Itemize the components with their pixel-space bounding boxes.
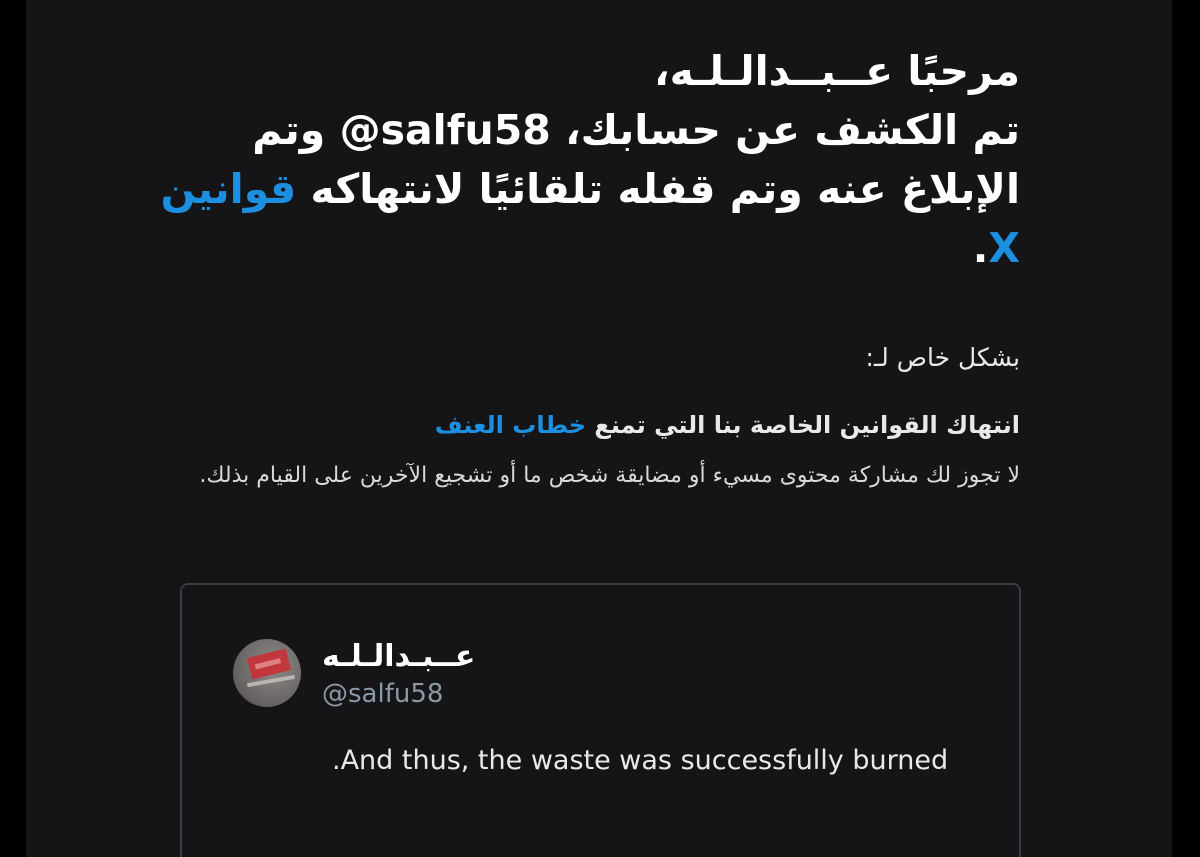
headline: مرحبًا عــبــدالـلـه، تم الكشف عن حسابك،…: [150, 42, 1020, 278]
flag-icon: [246, 648, 292, 680]
account-handle: @salfu58: [339, 106, 551, 154]
tweet-display-name[interactable]: عــبـدالـلـه: [322, 637, 475, 677]
violation-title-text: انتهاك القوانين الخاصة بنا التي تمنع: [586, 411, 1020, 439]
avatar[interactable]: [233, 639, 301, 707]
tweet-handle[interactable]: @salfu58: [322, 677, 443, 711]
violent-speech-link[interactable]: خطاب العنف: [435, 411, 586, 439]
greeting: مرحبًا عــبــدالـلـه،: [654, 47, 1020, 95]
violation-title: انتهاك القوانين الخاصة بنا التي تمنع خطا…: [150, 406, 1020, 444]
section-label: بشكل خاص لـ:: [865, 343, 1020, 372]
tweet-text: .And thus, the waste was successfully bu…: [332, 745, 949, 776]
headline-end-punct: .: [972, 224, 989, 272]
headline-text-start: تم الكشف عن حسابك،: [550, 106, 1020, 154]
tweet-card[interactable]: عــبـدالـلـه @salfu58 .And thus, the was…: [180, 583, 1021, 857]
violation-description: لا تجوز لك مشاركة محتوى مسيء أو مضايقة ش…: [199, 463, 1020, 488]
